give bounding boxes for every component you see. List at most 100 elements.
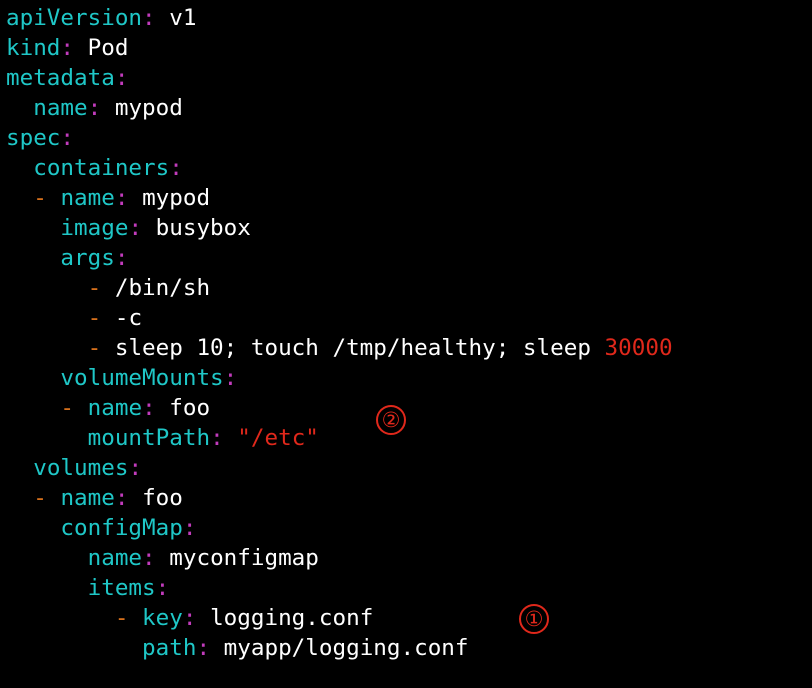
yaml-indent: [6, 95, 33, 121]
yaml-key: name: [87, 545, 143, 571]
yaml-list-dash: -: [87, 275, 102, 301]
code-line: metadata:: [6, 63, 673, 93]
yaml-colon: :: [142, 5, 156, 31]
yaml-number: 30000: [604, 335, 673, 361]
yaml-key: args: [60, 245, 115, 271]
code-line: - -c: [6, 303, 673, 333]
annotation-marker-1: ①: [519, 604, 549, 634]
yaml-list-dash: -: [60, 395, 75, 421]
yaml-indent: [6, 155, 33, 181]
yaml-colon: :: [60, 35, 75, 61]
code-line: - sleep 10; touch /tmp/healthy; sleep 30…: [6, 333, 673, 363]
yaml-indent: [74, 395, 88, 421]
yaml-key: containers: [33, 155, 170, 181]
code-line: name: myconfigmap: [6, 543, 673, 573]
yaml-value: busybox: [142, 215, 251, 241]
yaml-colon: :: [182, 515, 197, 541]
yaml-value: foo: [155, 395, 211, 421]
yaml-indent: [6, 305, 88, 331]
yaml-key: path: [142, 635, 197, 661]
code-line: items:: [6, 573, 673, 603]
yaml-colon: :: [182, 605, 197, 631]
yaml-indent: [6, 245, 60, 271]
yaml-indent: [6, 575, 88, 601]
code-line: image: busybox: [6, 213, 673, 243]
yaml-value: /bin/sh: [101, 275, 211, 301]
code-line: apiVersion: v1: [6, 3, 673, 33]
yaml-indent: [6, 455, 33, 481]
code-line: volumeMounts:: [6, 363, 673, 393]
yaml-key: volumes: [33, 455, 129, 481]
yaml-value: myapp/logging.conf: [210, 635, 469, 661]
yaml-indent: [6, 635, 142, 661]
yaml-indent: [6, 485, 33, 511]
code-line: path: myapp/logging.conf: [6, 633, 673, 663]
code-line: - name: foo: [6, 393, 673, 423]
yaml-colon: :: [155, 575, 170, 601]
yaml-value: myconfigmap: [155, 545, 319, 571]
yaml-value: mypod: [128, 185, 211, 211]
yaml-indent: [6, 545, 88, 571]
yaml-list-dash: -: [87, 335, 102, 361]
yaml-value: foo: [128, 485, 183, 511]
code-line: - /bin/sh: [6, 273, 673, 303]
yaml-key: metadata: [6, 65, 115, 91]
yaml-value: logging.conf: [196, 605, 374, 631]
yaml-colon: :: [114, 65, 129, 91]
yaml-indent: [6, 515, 60, 541]
yaml-indent: [6, 275, 88, 301]
yaml-key: mountPath: [87, 425, 211, 451]
code-line: - name: foo: [6, 483, 673, 513]
code-line: name: mypod: [6, 93, 673, 123]
yaml-string: "/etc": [237, 425, 319, 451]
yaml-colon: :: [114, 485, 129, 511]
yaml-key: configMap: [60, 515, 183, 541]
yaml-key: name: [60, 485, 115, 511]
yaml-list-dash: -: [33, 185, 47, 211]
yaml-key: volumeMounts: [60, 365, 224, 391]
yaml-colon: :: [128, 215, 143, 241]
yaml-key: spec: [6, 125, 61, 151]
yaml-value: sleep 10; touch /tmp/healthy; sleep: [101, 335, 605, 361]
yaml-value: mypod: [101, 95, 183, 121]
yaml-colon: :: [210, 425, 224, 451]
yaml-value: v1: [155, 5, 197, 31]
yaml-key: apiVersion: [6, 5, 143, 31]
code-line: mountPath: "/etc": [6, 423, 673, 453]
yaml-indent: [47, 485, 61, 511]
code-line: - key: logging.conf: [6, 603, 673, 633]
code-line: - name: mypod: [6, 183, 673, 213]
yaml-colon: :: [87, 95, 102, 121]
annotation-marker-2: ②: [376, 405, 406, 435]
yaml-key: name: [60, 185, 115, 211]
yaml-colon: :: [128, 455, 143, 481]
yaml-colon: :: [114, 245, 129, 271]
yaml-colon: :: [114, 185, 129, 211]
annotation-marker-1-label: ①: [524, 607, 544, 631]
yaml-colon: :: [223, 365, 238, 391]
yaml-colon: :: [142, 545, 156, 571]
yaml-key: name: [33, 95, 88, 121]
yaml-key: image: [60, 215, 129, 241]
yaml-indent: [6, 215, 60, 241]
yaml-indent: [6, 185, 33, 211]
yaml-list-dash: -: [33, 485, 47, 511]
yaml-code-view: apiVersion: v1 kind: Pod metadata: name: m…: [6, 3, 673, 663]
code-line: containers:: [6, 153, 673, 183]
code-line: configMap:: [6, 513, 673, 543]
yaml-value: Pod: [74, 35, 129, 61]
yaml-key: key: [142, 605, 183, 631]
yaml-list-dash: -: [87, 305, 102, 331]
yaml-key: kind: [6, 35, 61, 61]
yaml-indent: [6, 605, 115, 631]
yaml-indent: [6, 365, 60, 391]
yaml-list-dash: -: [114, 605, 129, 631]
code-line: volumes:: [6, 453, 673, 483]
yaml-indent: [6, 395, 60, 421]
yaml-colon: :: [196, 635, 211, 661]
yaml-colon: :: [60, 125, 75, 151]
yaml-value: -c: [101, 305, 143, 331]
code-line: spec:: [6, 123, 673, 153]
yaml-key: items: [87, 575, 156, 601]
annotation-marker-2-label: ②: [381, 408, 401, 432]
